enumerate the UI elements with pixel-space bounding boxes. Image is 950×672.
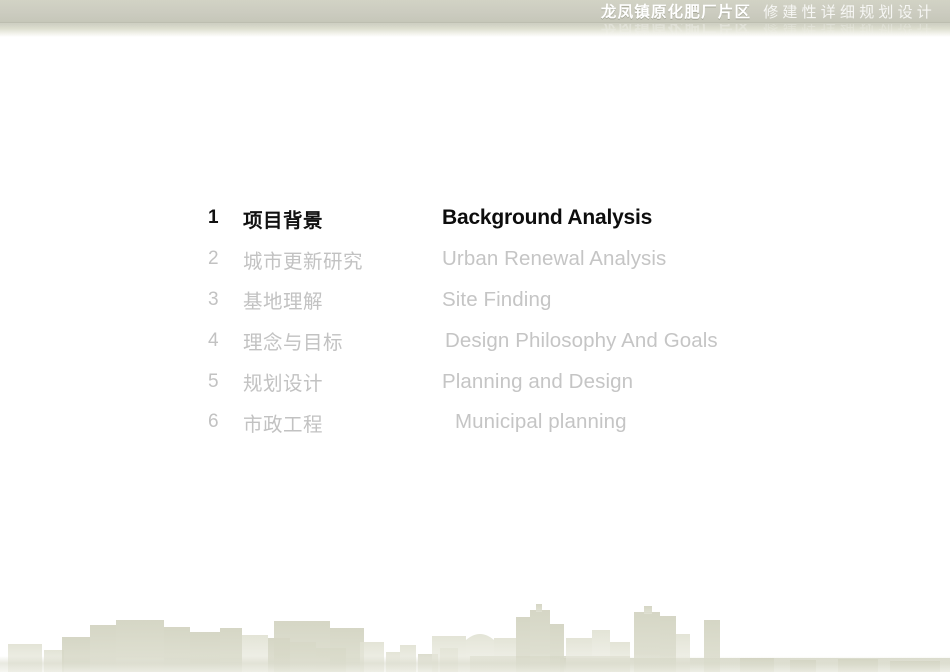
- agenda-item-label-cn: 基地理解: [243, 291, 324, 314]
- agenda-item-number: 3: [208, 288, 219, 310]
- header-reflection-strip: [0, 24, 950, 37]
- header-title: 龙凤镇原化肥厂片区 修建性详细规划设计: [601, 0, 936, 22]
- agenda-item-label-cn: 规划设计: [243, 373, 324, 396]
- agenda-item-label-en: Urban Renewal Analysis: [442, 247, 667, 271]
- agenda-item-label-en: Planning and Design: [442, 369, 634, 393]
- agenda-item-label-cn: 市政工程: [243, 413, 324, 436]
- agenda-list: 1 项目背景 Background Analysis 2 城市更新研究 Urba…: [0, 198, 950, 443]
- agenda-item-label-cn: 项目背景: [243, 209, 324, 232]
- agenda-item-label-cn: 理念与目标: [243, 332, 344, 355]
- agenda-item-number: 5: [208, 370, 219, 392]
- agenda-item-label-en: Background Analysis: [442, 206, 653, 230]
- agenda-item-2[interactable]: 2 城市更新研究 Urban Renewal Analysis: [0, 239, 950, 280]
- header-title-main: 龙凤镇原化肥厂片区: [600, 4, 752, 21]
- agenda-item-number: 2: [208, 248, 219, 270]
- agenda-item-label-cn: 城市更新研究: [243, 250, 364, 273]
- cityscape-silhouette-icon: [0, 590, 950, 672]
- agenda-item-3[interactable]: 3 基地理解 Site Finding: [0, 280, 950, 321]
- agenda-item-number: 1: [208, 207, 219, 229]
- agenda-item-number: 6: [208, 411, 219, 433]
- agenda-item-4[interactable]: 4 理念与目标 Design Philosophy And Goals: [0, 320, 950, 361]
- agenda-item-label-en: Municipal planning: [455, 410, 627, 434]
- agenda-item-5[interactable]: 5 规划设计 Planning and Design: [0, 361, 950, 402]
- agenda-item-number: 4: [208, 329, 219, 351]
- ground-haze: [0, 656, 950, 672]
- slide-root: 龙凤镇原化肥厂片区 修建性详细规划设计 龙凤镇原化肥厂片区 修建性详细规划设计 …: [0, 0, 950, 672]
- header-title-sub: 修建性详细规划设计: [763, 3, 936, 21]
- agenda-item-label-en: Design Philosophy And Goals: [445, 328, 718, 352]
- agenda-item-6[interactable]: 6 市政工程 Municipal planning: [0, 402, 950, 443]
- agenda-item-1[interactable]: 1 项目背景 Background Analysis: [0, 198, 950, 239]
- agenda-item-label-en: Site Finding: [442, 287, 552, 311]
